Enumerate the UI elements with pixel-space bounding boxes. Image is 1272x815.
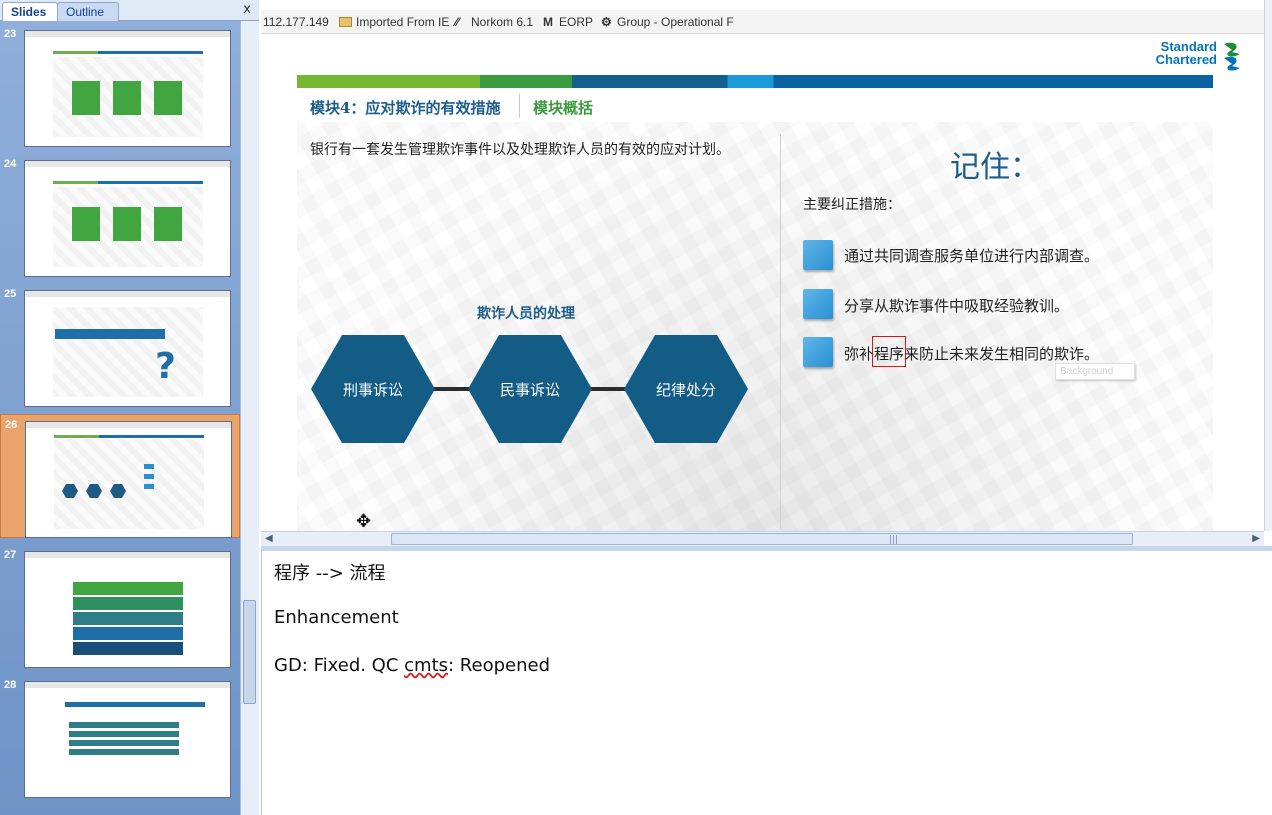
intro-text: 银行有一套发生管理欺诈事件以及处理欺诈人员的有效的应对计划。 bbox=[310, 142, 730, 158]
thumbnail-slide-27[interactable]: 27 bbox=[0, 545, 240, 669]
gear-icon: ⚙ bbox=[601, 15, 612, 29]
thumbnail-image: ? bbox=[24, 290, 231, 407]
thumbnail-scrollbar-thumb[interactable] bbox=[243, 600, 256, 704]
standard-chartered-mark-icon bbox=[1224, 42, 1240, 71]
measures-title: 主要纠正措施： bbox=[803, 197, 901, 213]
thumbnail-image bbox=[24, 30, 231, 147]
bookmark-eorp: M EORP bbox=[543, 15, 594, 29]
bookmark-norkom: ⁄⁄ Norkom 6.1 bbox=[455, 15, 534, 29]
move-cursor-icon: ✥ bbox=[356, 511, 372, 532]
thumbnail-image bbox=[24, 160, 231, 277]
thumbnail-image bbox=[25, 421, 232, 538]
review-highlight-box bbox=[872, 336, 906, 367]
thumbnail-image bbox=[24, 681, 231, 798]
handling-title: 欺诈人员的处理 bbox=[477, 306, 575, 322]
notes-pane[interactable]: 程序 --> 流程 Enhancement GD: Fixed. QC cmts… bbox=[261, 551, 1272, 815]
measure-item: 分享从欺诈事件中吸取经验教训。 bbox=[844, 297, 1070, 315]
address-fragment: 112.177.149 bbox=[263, 15, 329, 29]
pane-tabs: Slides Outline x bbox=[0, 0, 259, 21]
sticky-note-icon bbox=[803, 337, 833, 367]
norkom-icon: ⁄⁄ bbox=[455, 15, 460, 29]
grip-icon: ||| bbox=[889, 535, 899, 545]
tab-outline[interactable]: Outline bbox=[57, 2, 119, 21]
brand-stripe bbox=[297, 75, 1213, 88]
note-text: GD: Fixed. QC bbox=[274, 655, 405, 676]
m-icon: M bbox=[543, 15, 553, 29]
sticky-note-icon bbox=[803, 289, 833, 319]
remember-title: 记住： bbox=[950, 150, 1040, 185]
slides-pane: Slides Outline x 23 24 25 ? 26 27 28 bbox=[0, 0, 259, 815]
note-text: : Reopened bbox=[448, 655, 550, 676]
slide-horizontal-scrollbar[interactable]: ◀ ||| ▶ bbox=[261, 531, 1264, 546]
thumbnail-slide-28[interactable]: 28 bbox=[0, 675, 240, 799]
column-divider bbox=[780, 134, 781, 529]
close-pane-icon[interactable]: x bbox=[243, 2, 251, 17]
note-line-3: GD: Fixed. QC cmts: Reopened bbox=[274, 655, 550, 676]
misspelled-word: cmts bbox=[404, 655, 449, 676]
standard-chartered-logo: Standard Chartered bbox=[1156, 40, 1217, 66]
sticky-note-icon bbox=[803, 240, 833, 270]
thumbnail-number: 28 bbox=[4, 679, 17, 691]
bookmark-group-operational: ⚙ Group - Operational F bbox=[601, 15, 734, 29]
thumbnail-slide-26[interactable]: 26 bbox=[0, 414, 240, 538]
bookmark-imported-from-ie: Imported From IE bbox=[339, 15, 449, 29]
thumbnail-number: 23 bbox=[4, 28, 17, 40]
thumbnail-slide-24[interactable]: 24 bbox=[0, 154, 240, 278]
title-divider bbox=[519, 94, 520, 118]
measure-item: 通过共同调查服务单位进行内部调查。 bbox=[844, 247, 1100, 265]
embedded-browser-bookmarks-bar: 112.177.149 Imported From IE ⁄⁄ Norkom 6.… bbox=[261, 10, 1264, 34]
scroll-left-arrow-icon[interactable]: ◀ bbox=[265, 533, 273, 544]
tab-slides[interactable]: Slides bbox=[2, 2, 58, 21]
thumbnail-image bbox=[24, 551, 231, 668]
scroll-right-arrow-icon[interactable]: ▶ bbox=[1252, 533, 1260, 544]
thumbnail-number: 26 bbox=[5, 419, 18, 431]
module-overview-label: 模块概括 bbox=[533, 99, 594, 117]
logo-line2: Chartered bbox=[1155, 52, 1217, 67]
thumbnail-number: 25 bbox=[4, 288, 17, 300]
background-tooltip: Background bbox=[1055, 363, 1135, 380]
thumbnail-slide-23[interactable]: 23 bbox=[0, 24, 240, 148]
folder-icon bbox=[339, 17, 352, 27]
thumbnail-list: 23 24 25 ? 26 27 28 bbox=[0, 21, 240, 815]
thumbnail-slide-25[interactable]: 25 ? bbox=[0, 284, 240, 408]
thumbnail-number: 27 bbox=[4, 549, 17, 561]
note-line-2: Enhancement bbox=[274, 607, 399, 628]
module-title: 模块4：应对欺诈的有效措施 bbox=[310, 99, 501, 117]
note-line-1: 程序 --> 流程 bbox=[274, 563, 386, 584]
horizontal-scroll-thumb[interactable]: ||| bbox=[391, 533, 1133, 545]
thumbnail-number: 24 bbox=[4, 158, 17, 170]
slide-canvas[interactable]: 112.177.149 Imported From IE ⁄⁄ Norkom 6.… bbox=[261, 0, 1264, 531]
slide-content: 银行有一套发生管理欺诈事件以及处理欺诈人员的有效的应对计划。 欺诈人员的处理 刑… bbox=[297, 122, 1213, 531]
slide-vertical-scrollbar[interactable] bbox=[1264, 0, 1272, 531]
